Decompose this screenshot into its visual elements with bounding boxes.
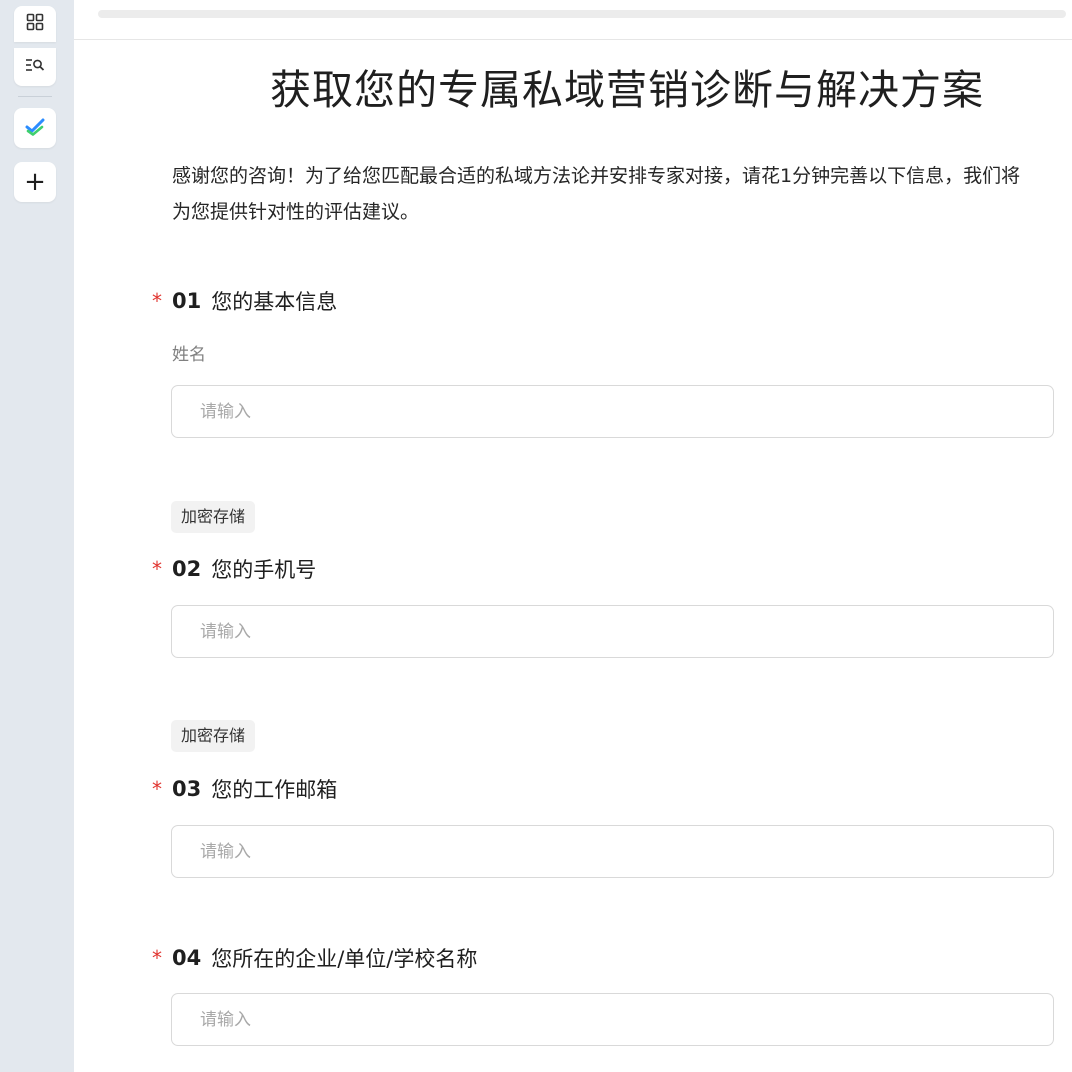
intro-text: 感谢您的咨询！为了给您匹配最合适的私域方法论并安排专家对接，请花1分钟完善以下信…	[172, 165, 1021, 223]
encrypted-storage-tag: 加密存储	[171, 501, 256, 533]
question-number: 03	[172, 777, 202, 801]
name-input[interactable]	[171, 385, 1054, 438]
list-search-button[interactable]	[14, 48, 56, 86]
add-button[interactable]: +	[14, 162, 56, 202]
grid-icon	[26, 13, 44, 35]
plus-icon: +	[24, 167, 46, 197]
required-mark: *	[152, 777, 162, 801]
question-02-label: * 02 您的手机号	[152, 554, 316, 584]
question-number: 04	[172, 946, 202, 970]
sidebar-divider	[18, 96, 52, 97]
required-mark: *	[152, 557, 162, 581]
encrypted-storage-tag: 加密存储	[171, 720, 256, 752]
left-sidebar: +	[0, 0, 74, 1072]
question-text: 您的工作邮箱	[211, 778, 338, 802]
top-bar	[74, 0, 1072, 40]
email-input[interactable]	[171, 825, 1054, 878]
required-mark: *	[152, 946, 162, 970]
name-sublabel: 姓名	[172, 345, 206, 365]
address-bar[interactable]	[98, 10, 1066, 18]
question-number: 01	[172, 289, 202, 313]
grid-view-button[interactable]	[14, 6, 56, 42]
app-check-button[interactable]	[14, 108, 56, 148]
question-01-label: * 01 您的基本信息	[152, 286, 337, 316]
page-title: 获取您的专属私域营销诊断与解决方案	[270, 66, 984, 114]
question-text: 您所在的企业/单位/学校名称	[211, 947, 478, 971]
required-mark: *	[152, 289, 162, 313]
form-container: 获取您的专属私域营销诊断与解决方案 感谢您的咨询！为了给您匹配最合适的私域方法论…	[74, 40, 1072, 1072]
question-text: 您的手机号	[211, 558, 317, 582]
question-04-label: * 04 您所在的企业/单位/学校名称	[152, 943, 477, 973]
organization-input[interactable]	[171, 993, 1054, 1046]
check-layers-icon	[24, 115, 46, 141]
phone-input[interactable]	[171, 605, 1054, 658]
list-search-icon	[25, 57, 45, 77]
question-text: 您的基本信息	[211, 290, 338, 314]
question-03-label: * 03 您的工作邮箱	[152, 774, 337, 804]
question-number: 02	[172, 557, 202, 581]
